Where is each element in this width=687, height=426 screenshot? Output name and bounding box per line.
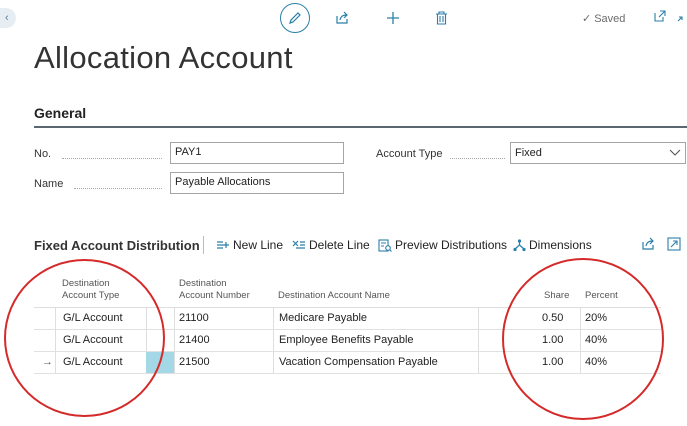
cell-dest-name[interactable]: Vacation Compensation Payable: [279, 356, 438, 368]
delete-icon: [435, 11, 447, 25]
page-toolbar: ✓ Saved: [0, 0, 687, 36]
no-field[interactable]: PAY1: [170, 142, 344, 164]
cell-dest-name[interactable]: Medicare Payable: [279, 312, 367, 324]
name-label: Name: [34, 178, 64, 190]
dimensions-icon: [513, 238, 526, 251]
account-type-select[interactable]: Fixed: [510, 142, 686, 164]
share-icon: [336, 11, 348, 24]
open-new-window-button[interactable]: [654, 10, 666, 25]
page-title: Allocation Account: [34, 40, 293, 75]
account-type-dots: [450, 158, 505, 159]
part-expand-button[interactable]: [667, 237, 681, 254]
dimensions-button[interactable]: Dimensions: [513, 238, 592, 252]
add-icon: [387, 12, 399, 24]
saved-label: Saved: [594, 12, 626, 25]
add-button[interactable]: [381, 6, 405, 30]
no-label: No.: [34, 148, 52, 160]
preview-icon: [378, 238, 392, 252]
collapse-icon: [677, 16, 683, 22]
cell-dest-name[interactable]: Employee Benefits Payable: [279, 334, 414, 346]
open-new-window-icon: [654, 10, 666, 22]
share-icon: [642, 237, 654, 250]
name-dots: [74, 188, 162, 189]
cell-dest-number[interactable]: 21500: [179, 356, 210, 368]
edit-button[interactable]: [280, 3, 310, 33]
distribution-title[interactable]: Fixed Account Distribution: [34, 238, 200, 253]
annotation-circle-share-percent: [502, 258, 664, 420]
delete-line-label: Delete Line: [309, 238, 370, 252]
delete-line-button[interactable]: Delete Line: [292, 238, 370, 252]
general-section-heading[interactable]: General: [34, 105, 86, 121]
col-header-dest-account-number[interactable]: Destination Account Number: [179, 278, 250, 302]
action-separator: [203, 236, 204, 254]
new-line-button[interactable]: New Line: [216, 238, 283, 252]
preview-label: Preview Distributions: [395, 238, 508, 252]
part-share-button[interactable]: [641, 237, 655, 254]
dimensions-label: Dimensions: [529, 238, 592, 252]
cell-dest-number[interactable]: 21100: [179, 312, 209, 324]
new-line-label: New Line: [233, 238, 284, 252]
preview-distributions-button[interactable]: Preview Distributions: [378, 238, 507, 252]
expand-icon: [667, 237, 681, 251]
saved-status: ✓ Saved: [582, 12, 626, 26]
account-type-label: Account Type: [376, 148, 443, 160]
delete-line-icon: [292, 240, 305, 249]
col-header-dest-account-name[interactable]: Destination Account Name: [278, 290, 390, 302]
cell-dest-number[interactable]: 21400: [179, 334, 210, 346]
edit-icon: [289, 12, 301, 24]
new-line-icon: [217, 241, 229, 249]
collapse-button[interactable]: [677, 10, 687, 25]
chevron-down-icon: [669, 149, 681, 156]
annotation-circle-account-type: [4, 259, 165, 417]
share-button[interactable]: [330, 6, 354, 30]
no-dots: [62, 158, 162, 159]
account-type-value: Fixed: [515, 147, 542, 159]
section-divider: [34, 126, 687, 128]
checkmark-icon: ✓: [582, 13, 592, 25]
delete-button[interactable]: [429, 6, 453, 30]
name-field[interactable]: Payable Allocations: [170, 172, 344, 194]
